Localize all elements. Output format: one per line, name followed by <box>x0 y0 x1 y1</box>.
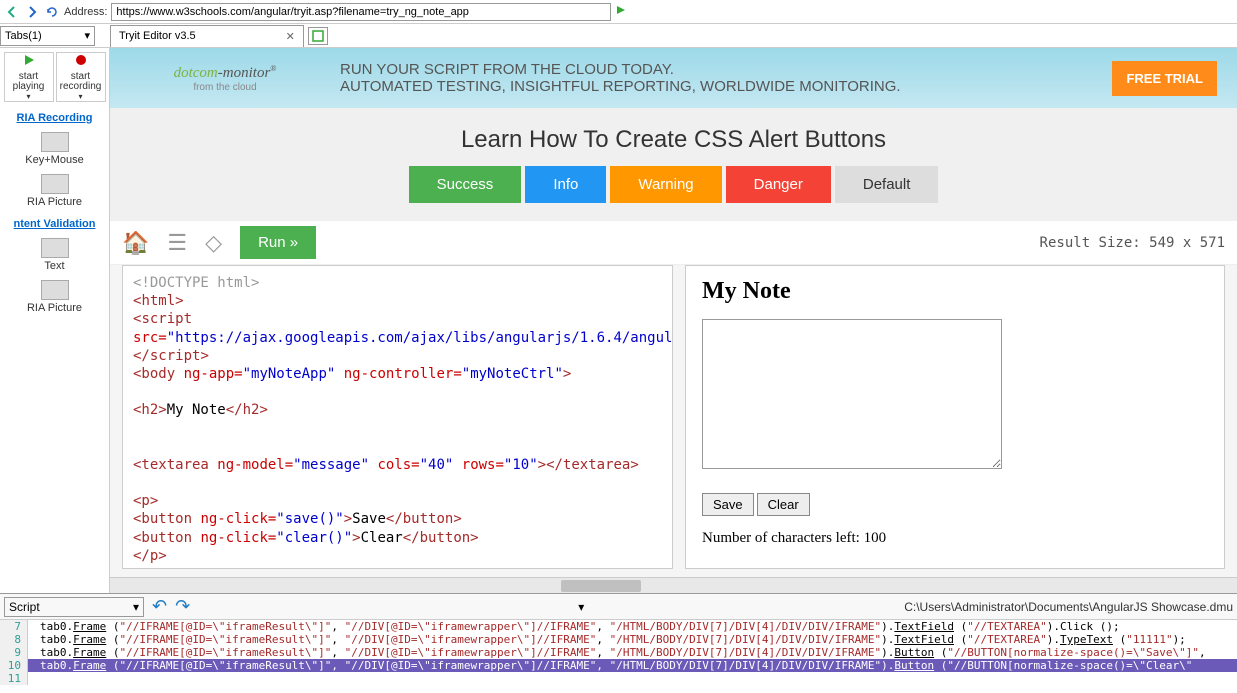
collapse-icon[interactable]: ▾ <box>578 600 584 614</box>
tab-active[interactable]: Tryit Editor v3.5 ✕ <box>110 25 304 47</box>
menu-icon[interactable]: ☰ <box>167 230 187 256</box>
address-label: Address: <box>64 6 107 18</box>
tabs-row: Tabs(1)▾ Tryit Editor v3.5 ✕ <box>0 24 1237 48</box>
chars-left: Number of characters left: 100 <box>702 530 1208 547</box>
result-pane: My Note Save Clear Number of characters … <box>685 265 1225 569</box>
banner-logo: dotcom-monitor® from the cloud <box>130 64 320 93</box>
result-heading: My Note <box>702 278 1208 305</box>
editor-toolbar: 🏠 ☰ ◇ Run » Result Size: 549 x 571 <box>110 221 1237 265</box>
result-size: Result Size: 549 x 571 <box>1040 235 1225 251</box>
start-playing-button[interactable]: start playing ▾ <box>4 52 54 102</box>
play-icon <box>22 53 36 72</box>
tab-label: Tryit Editor v3.5 <box>119 30 196 42</box>
free-trial-button[interactable]: FREE TRIAL <box>1112 61 1217 96</box>
tabs-dropdown[interactable]: Tabs(1)▾ <box>0 26 95 46</box>
warning-button[interactable]: Warning <box>610 166 721 203</box>
ria-picture-tool-1[interactable]: RIA Picture <box>0 174 109 208</box>
address-input[interactable] <box>111 3 611 21</box>
redo-icon[interactable]: ↷ <box>175 596 190 617</box>
address-bar: Address: <box>0 0 1237 24</box>
start-recording-button[interactable]: start recording ▾ <box>56 52 106 102</box>
message-textarea[interactable] <box>702 319 1002 469</box>
horizontal-scrollbar[interactable] <box>110 577 1237 593</box>
banner-line2: AUTOMATED TESTING, INSIGHTFUL REPORTING,… <box>340 78 1112 95</box>
content-validation-heading[interactable]: ntent Validation <box>0 218 109 230</box>
sidebar: start playing ▾ start recording ▾ RIA Re… <box>0 48 110 593</box>
ria-recording-heading[interactable]: RIA Recording <box>0 112 109 124</box>
nav-forward-icon[interactable] <box>24 4 40 20</box>
default-button[interactable]: Default <box>835 166 939 203</box>
success-button[interactable]: Success <box>409 166 522 203</box>
text-tool[interactable]: Text <box>0 238 109 272</box>
rotate-icon[interactable]: ◇ <box>205 230 222 256</box>
record-icon <box>74 53 88 72</box>
promo-title: Learn How To Create CSS Alert Buttons <box>190 126 1157 154</box>
file-path: C:\Users\Administrator\Documents\Angular… <box>904 600 1233 614</box>
save-button[interactable]: Save <box>702 493 754 516</box>
picture-icon <box>41 174 69 194</box>
new-tab-icon[interactable] <box>308 27 328 45</box>
key-mouse-tool[interactable]: Key+Mouse <box>0 132 109 166</box>
refresh-icon[interactable] <box>44 4 60 20</box>
banner-line1: RUN YOUR SCRIPT FROM THE CLOUD TODAY. <box>340 61 1112 78</box>
info-button[interactable]: Info <box>525 166 606 203</box>
keyboard-icon <box>41 132 69 152</box>
danger-button[interactable]: Danger <box>726 166 831 203</box>
nav-back-icon[interactable] <box>4 4 20 20</box>
script-lines[interactable]: 7tab0.Frame ("//IFRAME[@ID=\"iframeResul… <box>0 620 1237 693</box>
banner: dotcom-monitor® from the cloud RUN YOUR … <box>110 48 1237 108</box>
ria-picture-tool-2[interactable]: RIA Picture <box>0 280 109 314</box>
text-icon <box>41 238 69 258</box>
go-icon[interactable] <box>615 4 631 20</box>
run-button[interactable]: Run » <box>240 226 316 259</box>
close-icon[interactable]: ✕ <box>286 30 295 43</box>
script-dropdown[interactable]: Script▾ <box>4 597 144 617</box>
clear-button[interactable]: Clear <box>757 493 810 516</box>
picture-icon <box>41 280 69 300</box>
home-icon[interactable]: 🏠 <box>122 230 149 256</box>
promo-section: Learn How To Create CSS Alert Buttons Su… <box>110 108 1237 221</box>
undo-icon[interactable]: ↶ <box>152 596 167 617</box>
script-panel: Script▾ ↶ ↷ ▾ C:\Users\Administrator\Doc… <box>0 593 1237 693</box>
code-editor[interactable]: <!DOCTYPE html> <html> <script src="http… <box>122 265 673 569</box>
